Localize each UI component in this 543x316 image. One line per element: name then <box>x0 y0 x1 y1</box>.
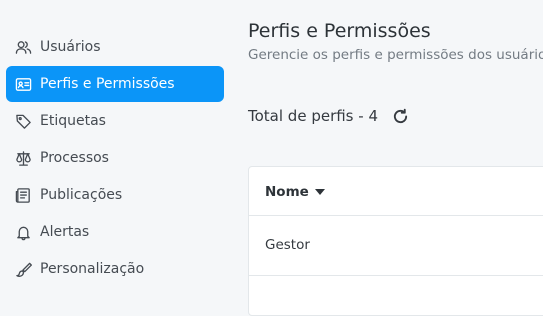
sidebar-item-personalizacao[interactable]: Personalização <box>6 251 224 287</box>
sidebar-item-label: Perfis e Permissões <box>40 76 175 92</box>
bell-icon <box>14 223 33 242</box>
total-profiles-label: Total de perfis - 4 <box>248 107 378 125</box>
page-subtitle: Gerencie os perfis e permissões dos usuá… <box>248 47 543 63</box>
sidebar-item-perfis-e-permissoes[interactable]: Perfis e Permissões <box>6 66 224 102</box>
sort-desc-icon <box>314 189 325 195</box>
table-row[interactable]: Gestor <box>265 237 310 253</box>
sidebar-item-etiquetas[interactable]: Etiquetas <box>6 103 224 139</box>
sidebar-item-processos[interactable]: Processos <box>6 140 224 176</box>
brush-icon <box>14 260 33 279</box>
refresh-icon <box>392 108 409 125</box>
main-content: Perfis e Permissões Gerencie os perfis e… <box>248 0 543 316</box>
sidebar: Usuários Perfis e Permissões Etiquetas P… <box>0 0 230 299</box>
divider <box>249 215 543 216</box>
sidebar-item-label: Publicações <box>40 187 123 203</box>
table-cell-nome: Gestor <box>265 237 310 253</box>
sidebar-item-alertas[interactable]: Alertas <box>6 214 224 250</box>
divider <box>249 275 543 276</box>
page-title: Perfis e Permissões <box>248 20 431 42</box>
profiles-table: Nome Gestor <box>248 166 543 316</box>
sidebar-item-label: Personalização <box>40 261 145 277</box>
id-card-icon <box>14 75 33 94</box>
refresh-button[interactable] <box>390 106 410 126</box>
sidebar-item-label: Alertas <box>40 224 90 240</box>
sidebar-item-publicacoes[interactable]: Publicações <box>6 177 224 213</box>
sidebar-item-usuarios[interactable]: Usuários <box>6 29 224 65</box>
column-header-nome[interactable]: Nome <box>265 184 325 200</box>
sidebar-item-label: Usuários <box>40 39 101 55</box>
sidebar-item-label: Etiquetas <box>40 113 106 129</box>
newspaper-icon <box>14 186 33 205</box>
column-header-label: Nome <box>265 184 309 200</box>
total-profiles: Total de perfis - 4 <box>248 106 410 126</box>
users-icon <box>14 38 33 57</box>
tag-icon <box>14 112 33 131</box>
sidebar-item-label: Processos <box>40 150 109 166</box>
scale-icon <box>14 149 33 168</box>
